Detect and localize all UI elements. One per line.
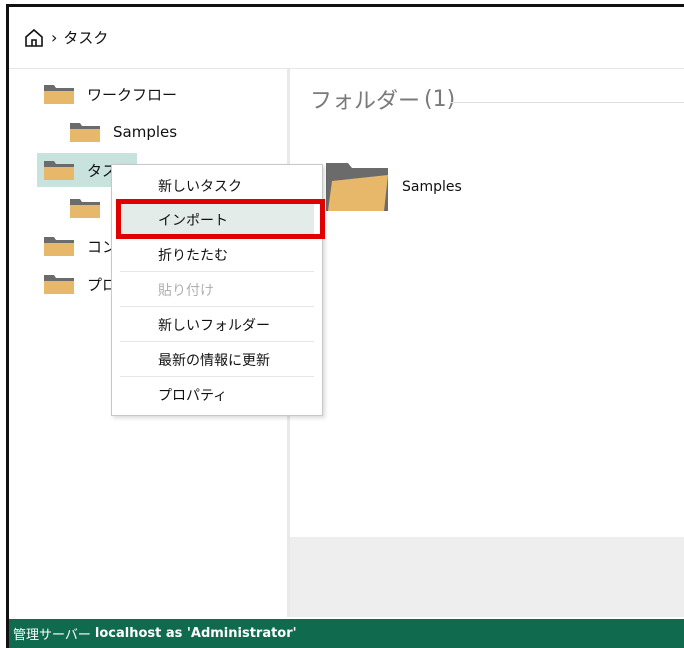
- menu-item-label: 最新の情報に更新: [158, 352, 270, 369]
- tree-item-label: Samples: [113, 123, 178, 141]
- tree-item-tasks-child[interactable]: [69, 191, 113, 225]
- chevron-right-icon: ›: [51, 28, 58, 47]
- folder-tile-samples[interactable]: Samples: [324, 161, 462, 213]
- folder-icon: [70, 123, 100, 142]
- details-panel: [290, 537, 684, 617]
- breadcrumb: › タスク: [9, 7, 684, 69]
- section-count: (1): [424, 86, 456, 112]
- menu-item-new-folder[interactable]: 新しいフォルダー: [120, 308, 314, 342]
- tree-item-connections[interactable]: コン: [43, 229, 117, 263]
- menu-item-label: 貼り付け: [158, 282, 214, 299]
- folder-content-pane: フォルダー (1) Samples: [290, 69, 684, 617]
- menu-item-label: インポート: [158, 212, 228, 229]
- menu-item-import[interactable]: インポート: [120, 203, 314, 237]
- section-title-label: フォルダー: [310, 89, 421, 114]
- folder-icon: [44, 85, 74, 104]
- menu-item-label: 新しいフォルダー: [158, 317, 270, 334]
- menu-item-new-task[interactable]: 新しいタスク: [120, 169, 314, 203]
- app-window: › タスク ワークフロー Samples タスク コン プロ フォルダー (1)…: [6, 4, 684, 648]
- tree-item-label: ワークフロー: [87, 85, 178, 104]
- menu-item-collapse[interactable]: 折りたたむ: [120, 238, 314, 272]
- tree-item-samples[interactable]: Samples: [69, 115, 177, 149]
- breadcrumb-current[interactable]: タスク: [63, 27, 108, 48]
- menu-item-refresh[interactable]: 最新の情報に更新: [120, 343, 314, 377]
- menu-item-label: 折りたたむ: [158, 247, 228, 264]
- menu-item-properties[interactable]: プロパティ: [120, 378, 314, 412]
- context-menu: 新しいタスク インポート 折りたたむ 貼り付け 新しいフォルダー 最新の情報に更…: [111, 164, 323, 416]
- section-divider: [450, 102, 684, 103]
- folder-large-icon: [326, 163, 388, 211]
- menu-item-label: プロパティ: [158, 388, 228, 404]
- folder-icon: [44, 161, 74, 180]
- status-prefix: 管理サーバー: [13, 628, 91, 643]
- folder-icon: [44, 237, 74, 256]
- folder-tile-label: Samples: [402, 179, 462, 195]
- menu-item-paste: 貼り付け: [120, 273, 314, 307]
- status-connection: localhost as 'Administrator': [94, 626, 297, 641]
- section-title: フォルダー (1): [310, 83, 455, 115]
- home-icon[interactable]: [23, 27, 45, 49]
- status-bar: 管理サーバー localhost as 'Administrator': [9, 619, 684, 648]
- tree-item-workflow[interactable]: ワークフロー: [43, 77, 177, 111]
- folder-icon: [70, 199, 100, 218]
- tree-item-processes[interactable]: プロ: [43, 267, 117, 301]
- folder-icon: [44, 275, 74, 294]
- menu-item-label: 新しいタスク: [158, 178, 242, 195]
